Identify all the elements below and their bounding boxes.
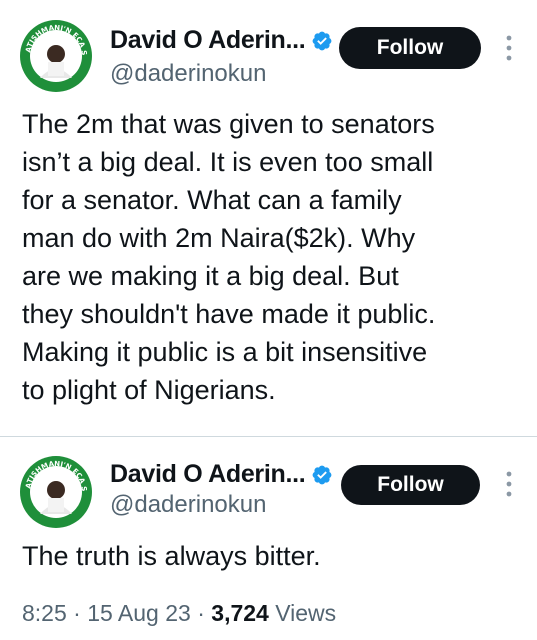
avatar-logo-icon: ATISHMANI'N ECA SPACE [18, 454, 94, 530]
tweet-date[interactable]: 15 Aug 23 [87, 600, 191, 626]
follow-button[interactable]: Follow [339, 27, 481, 69]
more-vertical-icon[interactable] [505, 33, 513, 63]
views-count: 3,724 [211, 600, 269, 626]
avatar[interactable]: ATISHMANI'N ECA SPACE [18, 18, 94, 94]
author-display-name[interactable]: David O Aderin... [110, 26, 306, 55]
avatar[interactable]: ATISHMANI'N ECA SPACE [18, 454, 94, 530]
verified-badge-icon [313, 31, 332, 50]
verified-badge-icon [313, 465, 332, 484]
author-name-row: David O Aderin... [110, 26, 333, 55]
avatar-logo-icon: ATISHMANI'N ECA SPACE [18, 18, 94, 94]
more-vertical-icon[interactable] [505, 469, 513, 499]
meta-separator: · [73, 600, 81, 626]
author-handle[interactable]: @daderinokun [110, 60, 266, 88]
tweet-text: The 2m that was given to senators isn’t … [22, 109, 436, 405]
author-display-name[interactable]: David O Aderin... [110, 460, 306, 489]
tweet: ATISHMANI'N ECA SPACE David O Aderin... … [0, 437, 537, 640]
views-label: Views [275, 600, 337, 626]
author-name-row: David O Aderin... [110, 460, 333, 489]
tweet: ATISHMANI'N ECA SPACE David O Aderin... … [0, 0, 537, 437]
tweet-meta: 8:25 · 15 Aug 23 · 3,724 Views [22, 600, 336, 627]
tweet-time[interactable]: 8:25 [22, 600, 67, 626]
author-handle[interactable]: @daderinokun [110, 491, 266, 519]
meta-separator: · [197, 600, 205, 626]
follow-button[interactable]: Follow [341, 465, 480, 505]
tweet-text: The truth is always bitter. [22, 541, 321, 571]
